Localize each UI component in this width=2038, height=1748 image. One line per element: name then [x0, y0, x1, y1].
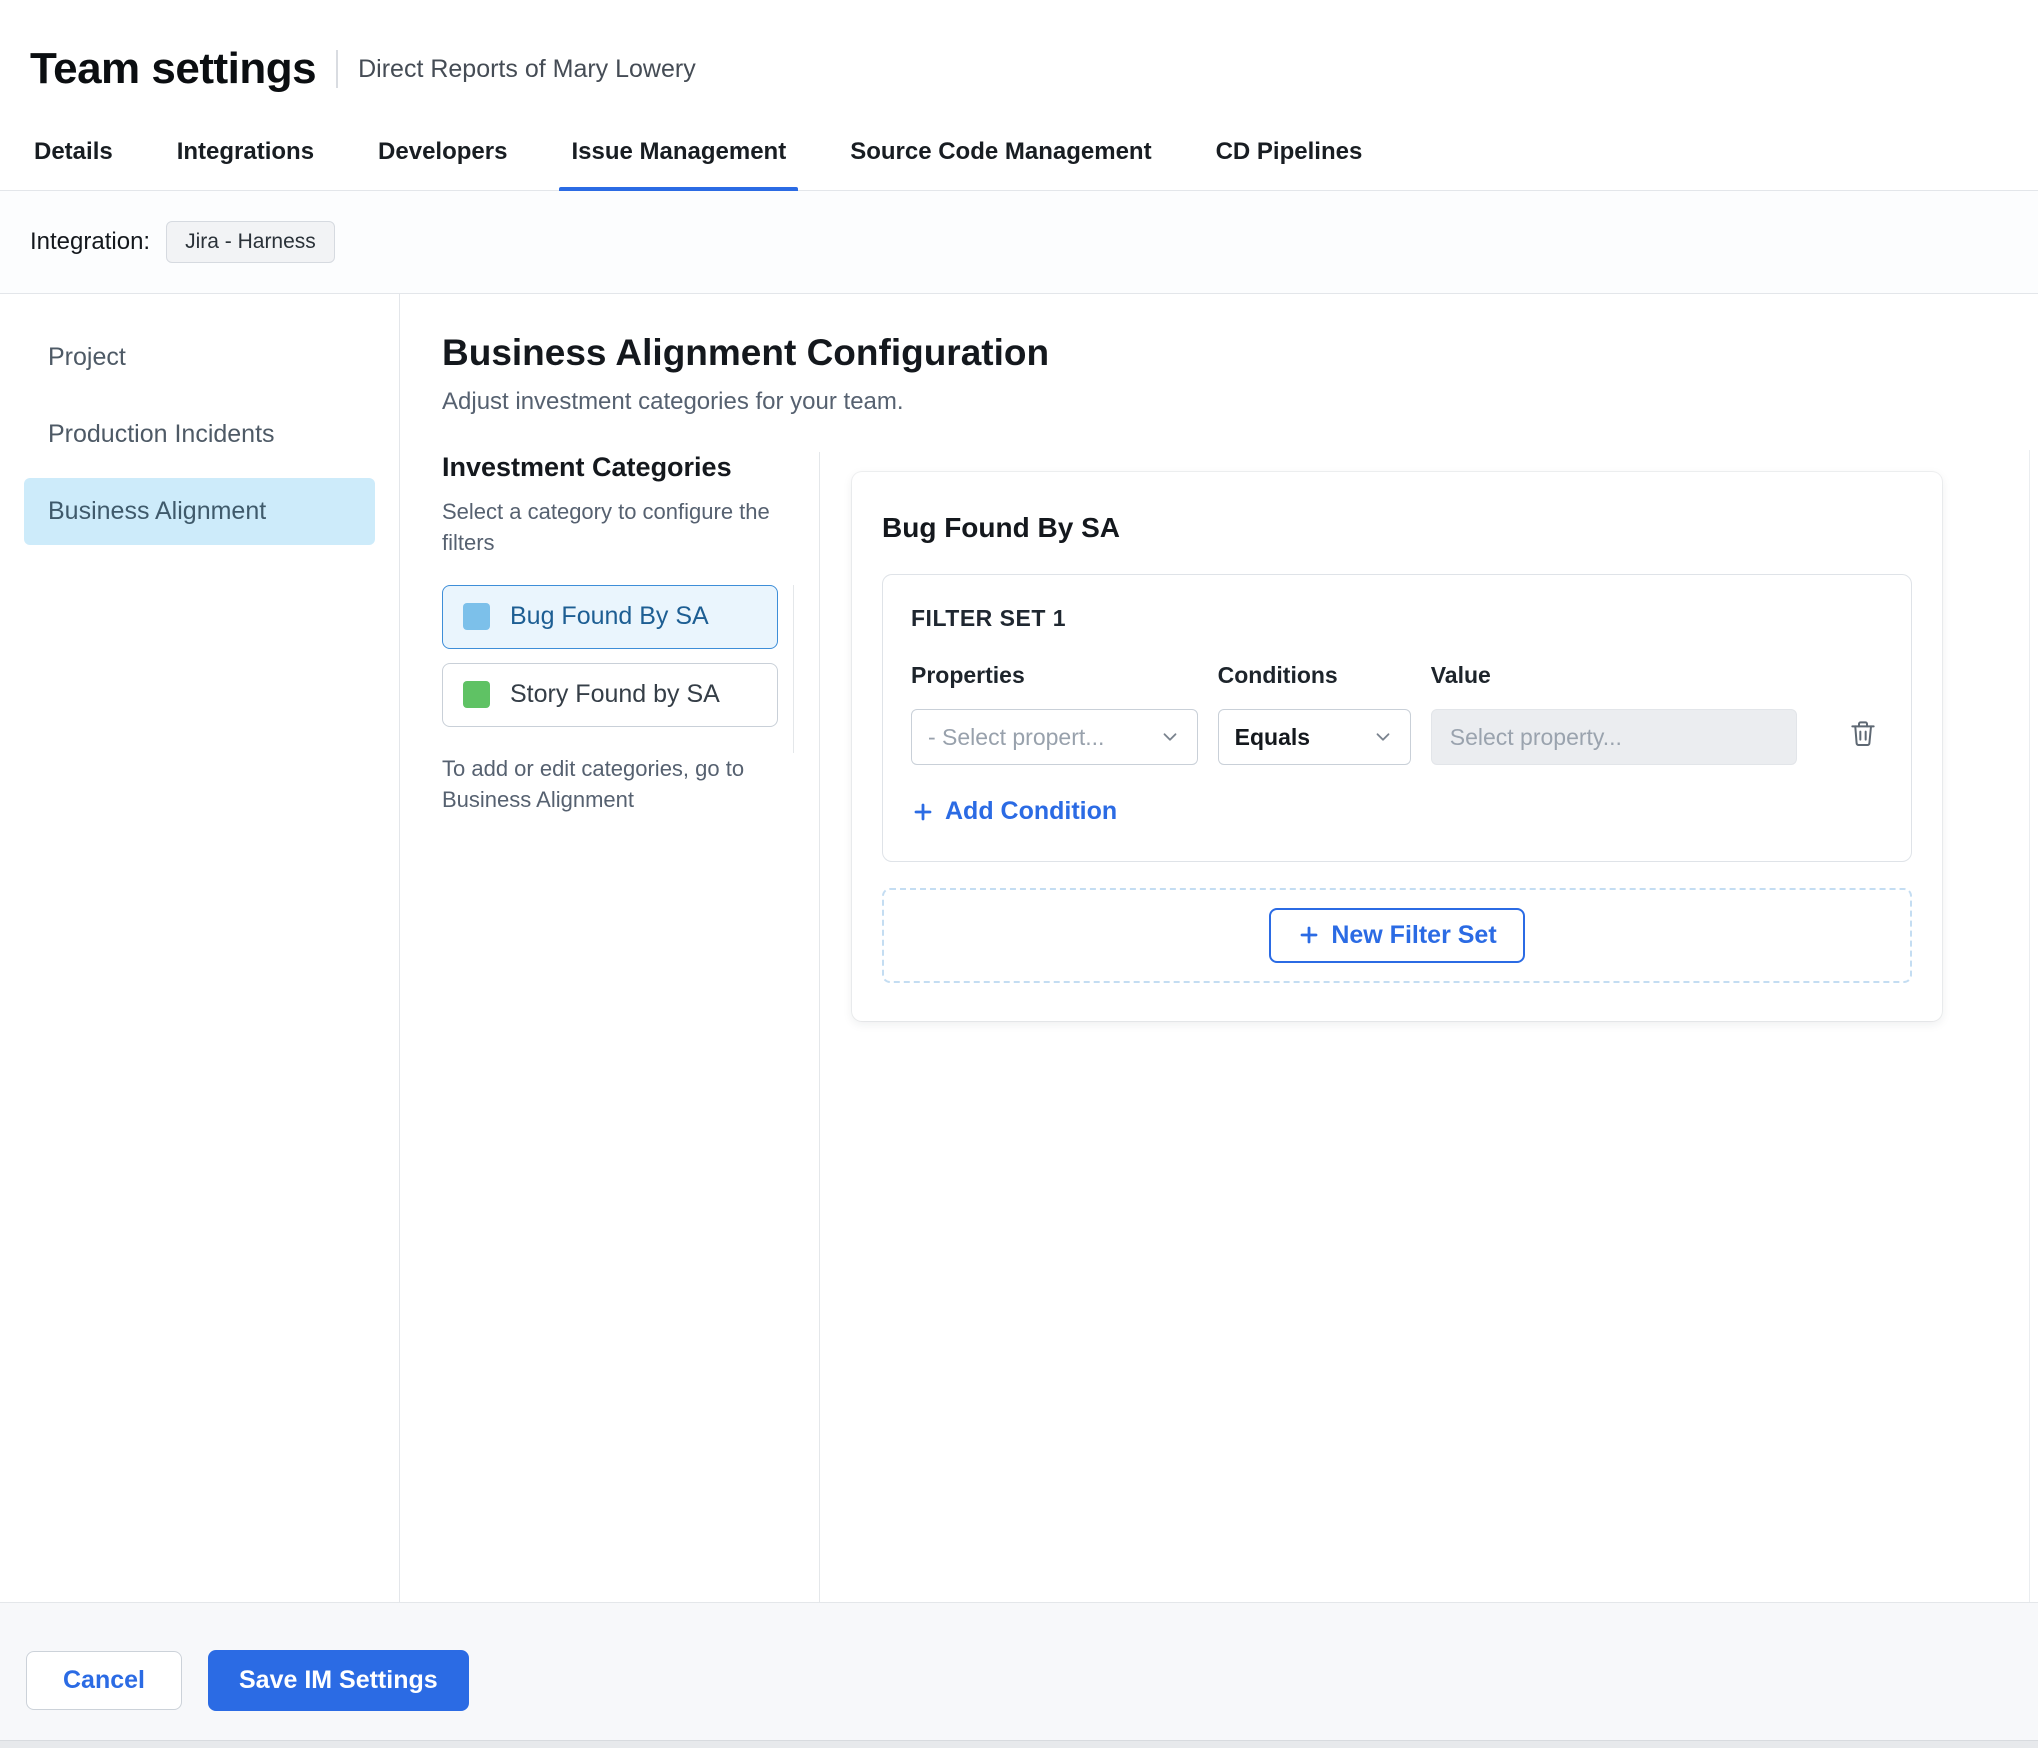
- section-title: Business Alignment Configuration: [442, 332, 1050, 373]
- property-select-value: - Select propert...: [928, 723, 1105, 750]
- new-filter-set-label: New Filter Set: [1331, 920, 1497, 949]
- sidebar-item-business-alignment[interactable]: Business Alignment: [24, 478, 375, 545]
- save-im-settings-button[interactable]: Save IM Settings: [207, 1650, 469, 1711]
- value-column: Value: [1430, 662, 1797, 765]
- filter-set-title: FILTER SET 1: [911, 605, 1067, 631]
- category-label: Bug Found By SA: [510, 602, 709, 631]
- value-header: Value: [1430, 662, 1491, 688]
- delete-condition-button[interactable]: [1843, 713, 1883, 753]
- add-condition-label: Add Condition: [945, 797, 1118, 825]
- tab-source-code-management[interactable]: Source Code Management: [848, 118, 1153, 190]
- tab-cd-pipelines[interactable]: CD Pipelines: [1214, 118, 1365, 190]
- categories-footnote: To add or edit categories, go to Busines…: [442, 755, 745, 813]
- footer-action-bar: Cancel Save IM Settings: [0, 1602, 2038, 1748]
- chevron-down-icon: [1159, 726, 1181, 748]
- section-subtitle: Adjust investment categories for your te…: [442, 388, 904, 415]
- config-card-title: Bug Found By SA: [882, 512, 1120, 543]
- tab-details[interactable]: Details: [32, 118, 115, 190]
- title-divider: [336, 50, 339, 88]
- plus-icon: [1297, 923, 1321, 947]
- cancel-button[interactable]: Cancel: [26, 1651, 182, 1710]
- condition-select-value: Equals: [1234, 723, 1311, 750]
- category-color-swatch: [463, 603, 490, 631]
- chevron-down-icon: [1372, 726, 1394, 748]
- add-condition-button[interactable]: Add Condition: [911, 797, 1117, 826]
- page-header: Team settings Direct Reports of Mary Low…: [0, 0, 2038, 94]
- plus-icon: [911, 800, 935, 824]
- filter-condition-row: Properties - Select propert... Condition…: [911, 662, 1883, 765]
- sidebar-item-project[interactable]: Project: [24, 324, 375, 391]
- category-item-story-found-by-sa[interactable]: Story Found by SA: [442, 662, 778, 727]
- tab-bar: Details Integrations Developers Issue Ma…: [0, 118, 2038, 191]
- team-settings-page: Team settings Direct Reports of Mary Low…: [0, 0, 2038, 1748]
- page-title: Team settings: [30, 44, 317, 93]
- properties-column: Properties - Select propert...: [911, 662, 1198, 765]
- tab-integrations[interactable]: Integrations: [175, 118, 316, 190]
- integration-label: Integration:: [30, 228, 151, 255]
- filter-set-1: FILTER SET 1 Properties - Select propert…: [882, 574, 1912, 862]
- properties-header: Properties: [911, 662, 1025, 688]
- tab-developers[interactable]: Developers: [376, 118, 509, 190]
- config-row: Investment Categories Select a category …: [442, 452, 1950, 1602]
- condition-select[interactable]: Equals: [1217, 709, 1411, 765]
- tab-issue-management[interactable]: Issue Management: [559, 118, 798, 191]
- conditions-column: Conditions Equals: [1217, 662, 1411, 765]
- investment-categories-column: Investment Categories Select a category …: [442, 452, 820, 1602]
- main-panel: Business Alignment Configuration Adjust …: [400, 294, 2038, 1602]
- category-config-card: Bug Found By SA FILTER SET 1 Properties …: [852, 472, 1942, 1021]
- filter-config-column: Bug Found By SA FILTER SET 1 Properties …: [820, 452, 1950, 1602]
- category-label: Story Found by SA: [510, 680, 720, 709]
- investment-categories-hint: Select a category to configure the filte…: [442, 499, 770, 555]
- category-color-swatch: [463, 681, 490, 709]
- value-input[interactable]: [1430, 709, 1797, 765]
- new-filter-set-dropzone: New Filter Set: [882, 887, 1912, 983]
- integration-chip[interactable]: Jira - Harness: [166, 221, 335, 263]
- trash-icon: [1847, 717, 1879, 749]
- content-area: Project Production Incidents Business Al…: [0, 294, 2038, 1602]
- conditions-header: Conditions: [1217, 662, 1338, 688]
- settings-side-nav: Project Production Incidents Business Al…: [0, 294, 400, 1602]
- category-list: Bug Found By SA Story Found by SA: [442, 584, 794, 753]
- category-item-bug-found-by-sa[interactable]: Bug Found By SA: [442, 584, 778, 649]
- investment-categories-title: Investment Categories: [442, 452, 732, 482]
- property-select[interactable]: - Select propert...: [911, 709, 1198, 765]
- page-subtitle: Direct Reports of Mary Lowery: [358, 54, 696, 83]
- integration-row: Integration: Jira - Harness: [0, 191, 2038, 294]
- new-filter-set-button[interactable]: New Filter Set: [1269, 907, 1525, 963]
- sidebar-item-production-incidents[interactable]: Production Incidents: [24, 401, 375, 468]
